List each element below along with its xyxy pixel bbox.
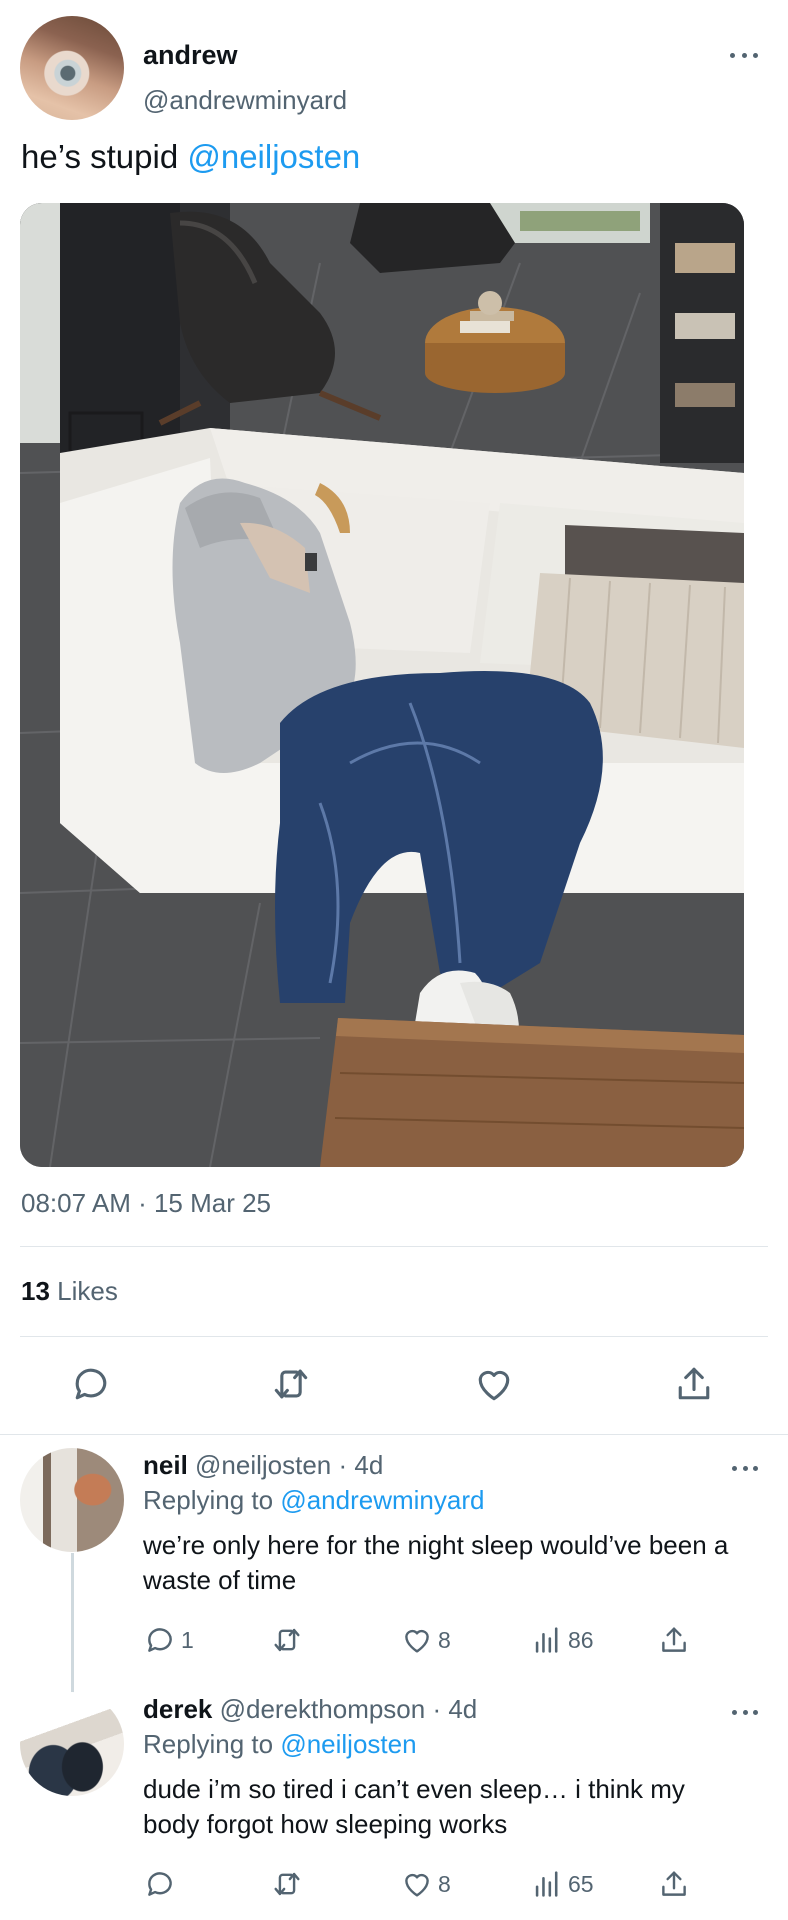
replying-to-label: Replying to bbox=[143, 1729, 281, 1759]
view-count: 65 bbox=[568, 1870, 594, 1897]
heart-icon[interactable] bbox=[472, 1362, 516, 1406]
tweet-photo[interactable] bbox=[20, 203, 744, 1167]
reply-handle-time: @neiljosten · 4d bbox=[187, 1450, 384, 1480]
author-handle[interactable]: @andrewminyard bbox=[143, 85, 347, 116]
replying-to: Replying to @neiljosten bbox=[143, 1729, 417, 1760]
tweet-timestamp[interactable]: 08:07 AM · 15 Mar 25 bbox=[21, 1188, 271, 1219]
reply-bubble-icon bbox=[148, 1872, 172, 1896]
divider-top bbox=[20, 1246, 768, 1247]
reply-action-bar: 8 65 bbox=[0, 1866, 788, 1906]
like-count: 8 bbox=[438, 1626, 451, 1653]
reply-action-bar: 1 8 86 bbox=[0, 1622, 788, 1662]
likes-label: Likes bbox=[49, 1276, 118, 1306]
retweet-icon bbox=[274, 1872, 300, 1896]
more-dots-icon[interactable] bbox=[730, 48, 758, 62]
more-dots-icon[interactable] bbox=[732, 1706, 758, 1718]
like-count: 8 bbox=[438, 1870, 451, 1897]
retweet-icon[interactable] bbox=[269, 1362, 313, 1406]
reply-text: we’re only here for the night sleep woul… bbox=[143, 1530, 729, 1595]
reply-bubble-icon[interactable] bbox=[69, 1362, 113, 1406]
tweet-detail-page: andrew @andrewminyard he’s stupid @neilj… bbox=[0, 0, 788, 1920]
tweet-text-body: he’s stupid bbox=[21, 138, 188, 175]
reply-text: dude i’m so tired i can’t even sleep… i … bbox=[143, 1774, 685, 1839]
tweet-mention-link[interactable]: @neiljosten bbox=[187, 138, 360, 175]
heart-icon bbox=[405, 1873, 429, 1897]
reply-avatar[interactable] bbox=[20, 1692, 124, 1796]
share-upload-icon bbox=[662, 1627, 686, 1652]
views-button[interactable]: 65 bbox=[530, 1866, 594, 1902]
tweet-header: andrew @andrewminyard bbox=[20, 16, 768, 124]
divider-bottom bbox=[0, 1434, 788, 1435]
author-display-name[interactable]: andrew bbox=[143, 40, 238, 71]
share-button[interactable] bbox=[657, 1866, 691, 1902]
likes-summary[interactable]: 13 Likes bbox=[21, 1276, 118, 1307]
replying-to: Replying to @andrewminyard bbox=[143, 1485, 484, 1516]
likes-count: 13 bbox=[21, 1276, 50, 1306]
reply-button[interactable] bbox=[143, 1866, 181, 1902]
reply-avatar[interactable] bbox=[20, 1448, 124, 1552]
replying-to-link[interactable]: @andrewminyard bbox=[280, 1485, 484, 1515]
divider-middle bbox=[20, 1336, 768, 1337]
tweet-action-bar bbox=[0, 1362, 788, 1414]
reply-item[interactable]: neil @neiljosten · 4d Replying to @andre… bbox=[0, 1448, 788, 1688]
reply-handle-time: @derekthompson · 4d bbox=[212, 1694, 478, 1724]
reply-author-name[interactable]: neil bbox=[143, 1450, 188, 1480]
share-upload-icon bbox=[662, 1871, 686, 1896]
author-avatar[interactable] bbox=[20, 16, 124, 120]
like-button[interactable]: 8 bbox=[400, 1866, 451, 1902]
replying-to-label: Replying to bbox=[143, 1485, 281, 1515]
reply-header: derek @derekthompson · 4d bbox=[143, 1694, 477, 1725]
reply-bubble-icon bbox=[148, 1628, 172, 1652]
retweet-button[interactable] bbox=[270, 1622, 304, 1658]
reply-button[interactable]: 1 bbox=[143, 1622, 194, 1658]
retweet-icon bbox=[274, 1628, 300, 1652]
views-bars-icon bbox=[535, 1871, 558, 1897]
view-count: 86 bbox=[568, 1626, 594, 1653]
reply-count: 1 bbox=[181, 1626, 194, 1653]
retweet-button[interactable] bbox=[270, 1866, 304, 1902]
reply-header: neil @neiljosten · 4d bbox=[143, 1450, 383, 1481]
photo-illustration bbox=[20, 203, 744, 1167]
like-button[interactable]: 8 bbox=[400, 1622, 451, 1658]
views-bars-icon bbox=[535, 1627, 558, 1653]
heart-icon bbox=[405, 1629, 429, 1653]
more-dots-icon[interactable] bbox=[732, 1462, 758, 1474]
reply-author-name[interactable]: derek bbox=[143, 1694, 212, 1724]
tweet-text: he’s stupid @neiljosten bbox=[21, 138, 360, 176]
replying-to-link[interactable]: @neiljosten bbox=[280, 1729, 416, 1759]
views-button[interactable]: 86 bbox=[530, 1622, 594, 1658]
reply-item[interactable]: derek @derekthompson · 4d Replying to @n… bbox=[0, 1692, 788, 1920]
share-button[interactable] bbox=[657, 1622, 691, 1658]
share-upload-icon[interactable] bbox=[672, 1362, 716, 1406]
